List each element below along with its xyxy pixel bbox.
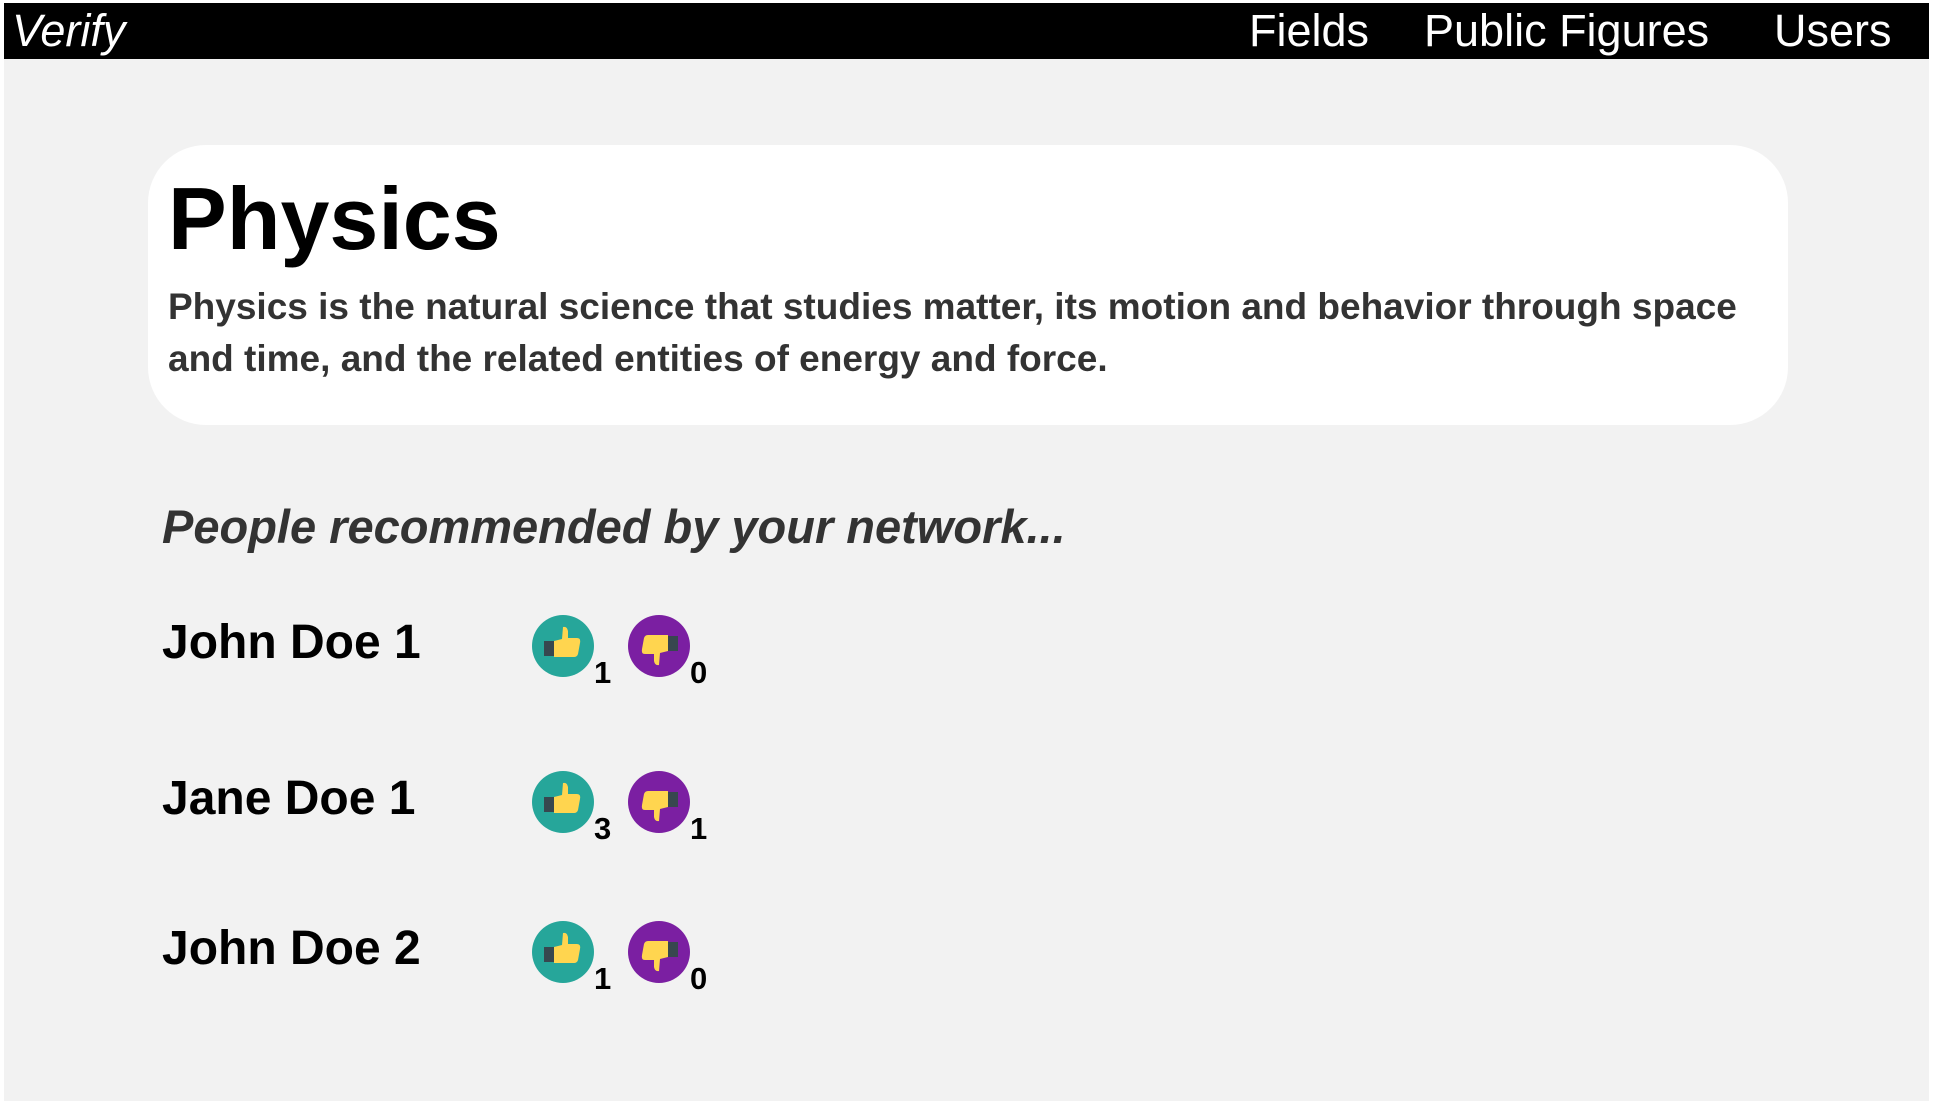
field-description: Physics is the natural science that stud… — [168, 286, 1737, 379]
recommendations-heading: People recommended by your network... — [162, 500, 1066, 553]
thumbs-up-icon — [544, 626, 581, 657]
downvote-button[interactable] — [628, 921, 690, 983]
thumbs-down-icon — [641, 635, 678, 666]
upvote-button[interactable] — [532, 771, 594, 833]
person-row: Jane Doe 1 3 1 — [162, 771, 862, 851]
top-navbar: Verify Fields Public Figures Users — [4, 3, 1929, 59]
downvote-button[interactable] — [628, 615, 690, 677]
upvote-button[interactable] — [532, 921, 594, 983]
upvote-count: 1 — [594, 961, 612, 996]
downvote-button[interactable] — [628, 771, 690, 833]
downvote-count: 0 — [690, 961, 708, 996]
nav-link-public-figures[interactable]: Public Figures — [1424, 7, 1709, 55]
thumbs-down-icon — [641, 791, 678, 822]
person-row: John Doe 1 1 0 — [162, 615, 862, 695]
upvote-count: 1 — [594, 655, 612, 690]
page-frame: Verify Fields Public Figures Users Physi… — [4, 3, 1929, 1101]
person-name[interactable]: Jane Doe 1 — [162, 771, 415, 827]
upvote-button[interactable] — [532, 615, 594, 677]
thumbs-down-icon — [641, 941, 678, 972]
downvote-count: 1 — [690, 811, 708, 846]
upvote-count: 3 — [594, 811, 612, 846]
field-title: Physics — [168, 169, 501, 268]
nav-link-users[interactable]: Users — [1774, 7, 1892, 55]
person-row: John Doe 2 1 0 — [162, 921, 862, 1001]
field-info-card: Physics Physics is the natural science t… — [148, 145, 1788, 425]
person-name[interactable]: John Doe 2 — [162, 921, 421, 977]
brand-logo-link[interactable]: Verify — [12, 7, 125, 55]
downvote-count: 0 — [690, 655, 708, 690]
thumbs-up-icon — [544, 782, 581, 813]
person-name[interactable]: John Doe 1 — [162, 615, 421, 671]
nav-link-fields[interactable]: Fields — [1249, 7, 1369, 55]
thumbs-up-icon — [544, 932, 581, 963]
